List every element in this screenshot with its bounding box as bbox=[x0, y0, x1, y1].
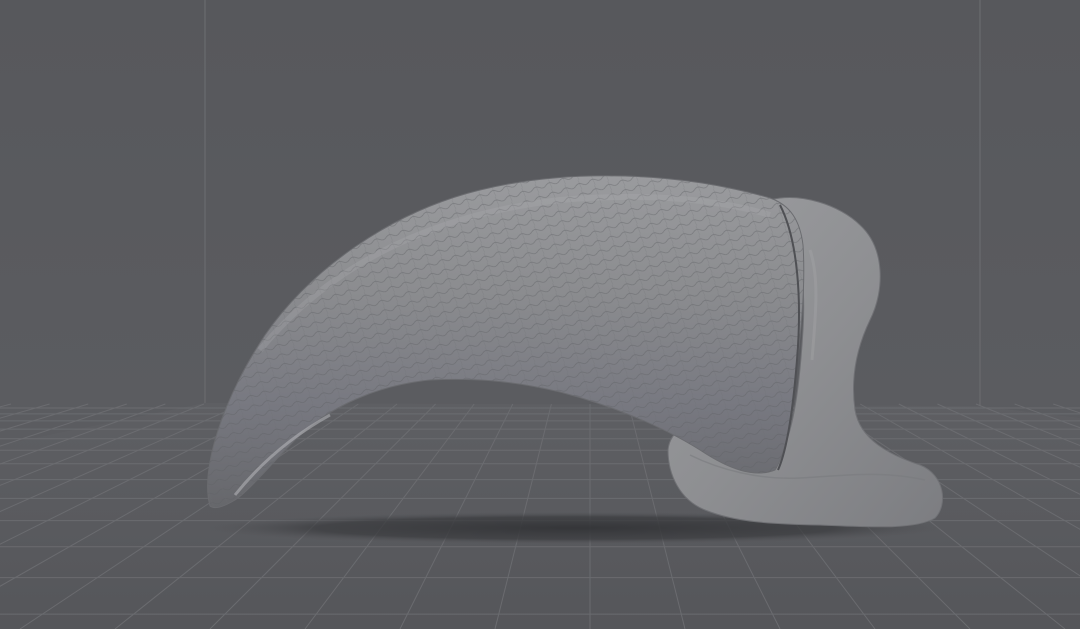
viewport-canvas[interactable] bbox=[0, 0, 1080, 629]
3d-viewport[interactable] bbox=[0, 0, 1080, 629]
